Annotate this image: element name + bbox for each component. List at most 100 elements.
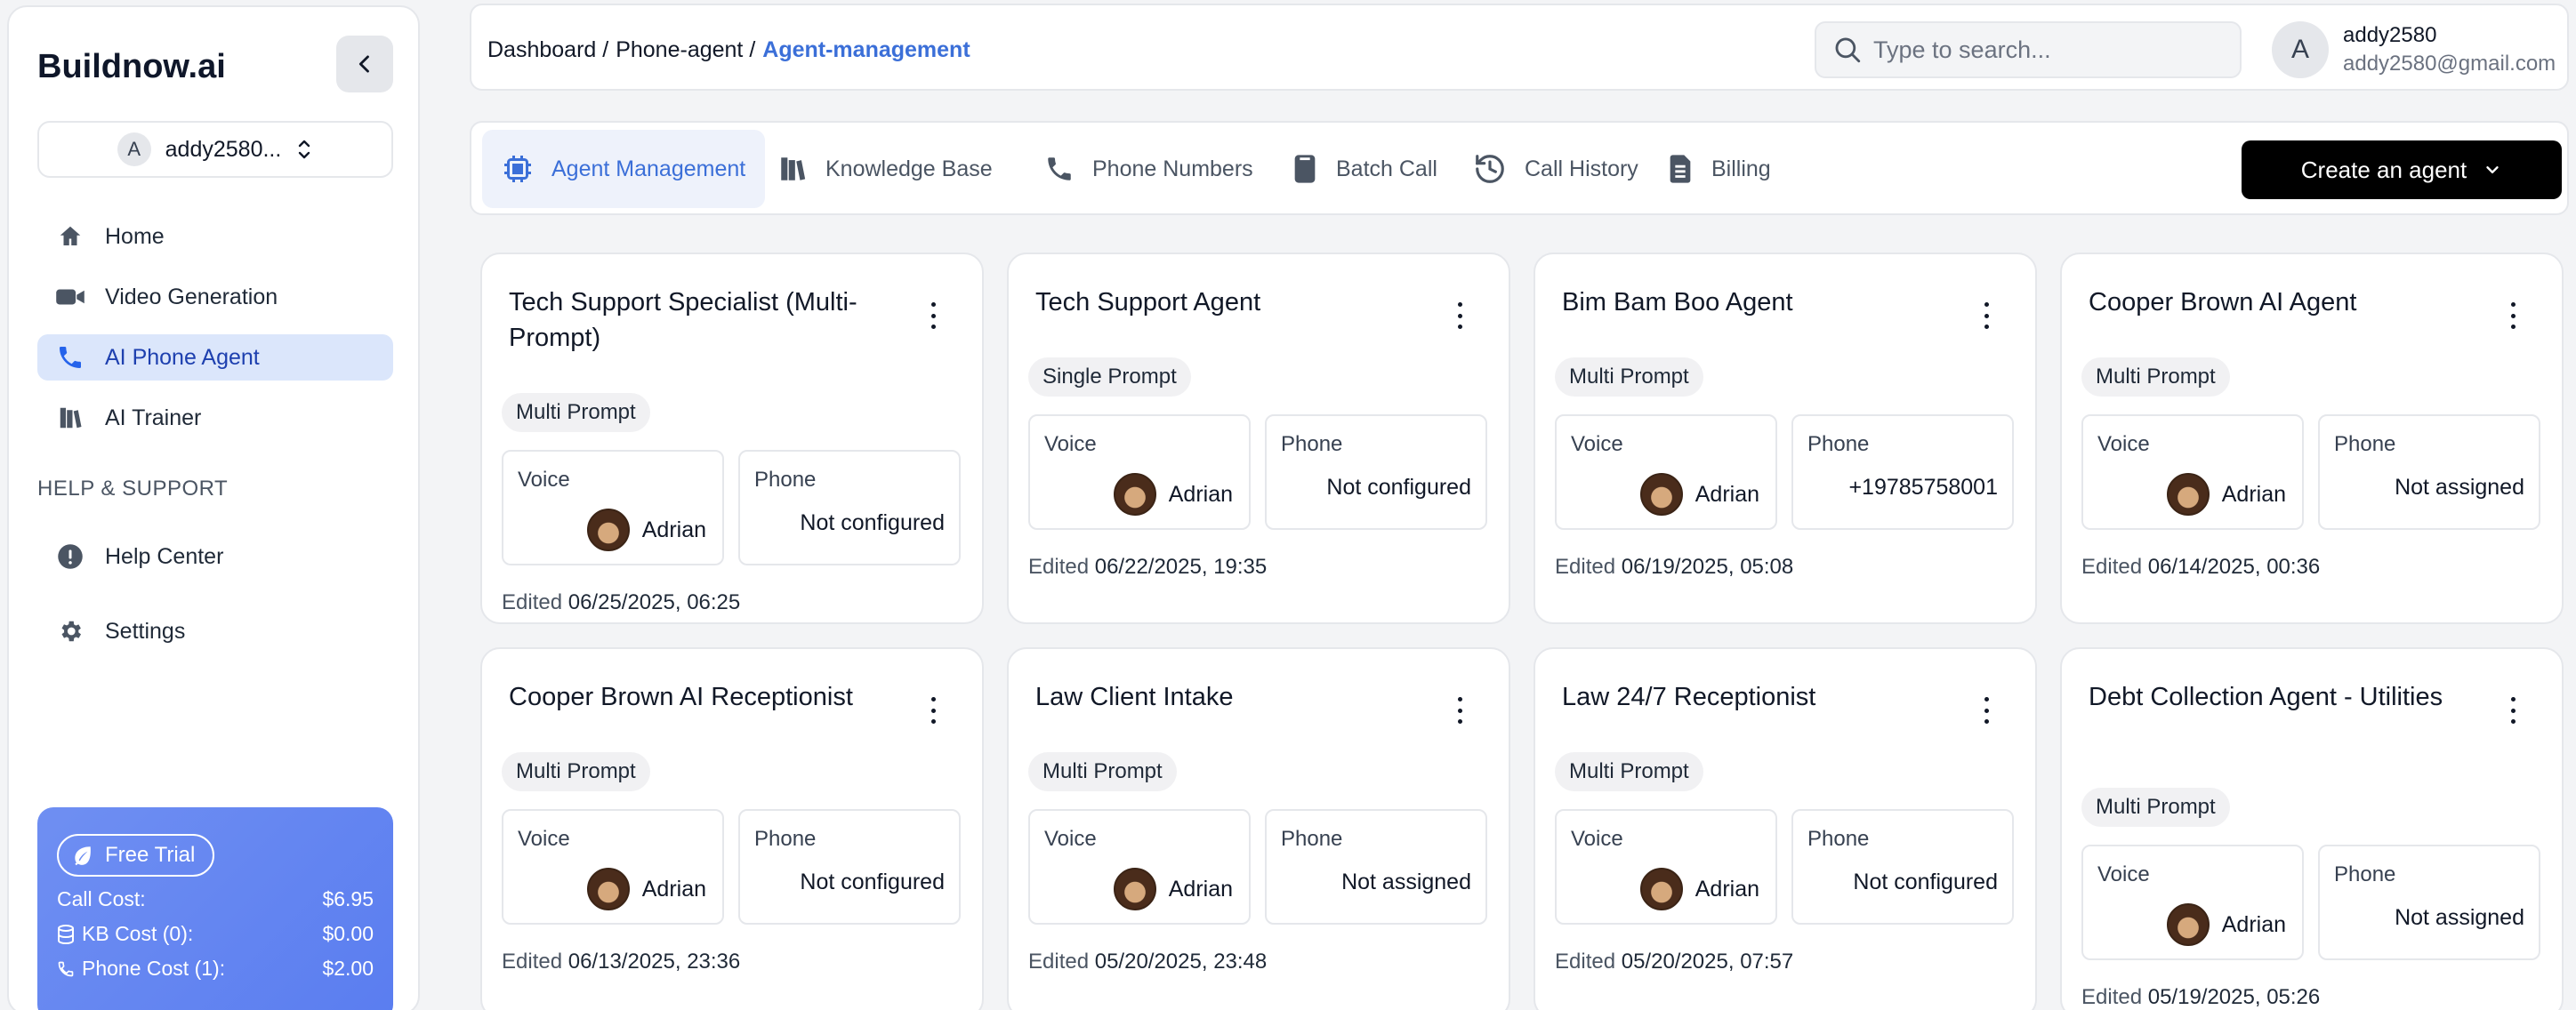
phone-status: Not assigned [2395,475,2524,500]
breadcrumb-phone-agent[interactable]: Phone-agent / [616,37,755,63]
edited-value: 06/22/2025, 19:35 [1094,555,1268,579]
agent-name: Debt Collection Agent - Utilities [2089,683,2443,711]
voice-label: Voice [1571,432,1623,456]
create-agent-button[interactable]: Create an agent [2242,140,2562,199]
free-trial-badge[interactable]: Free Trial [57,834,215,877]
phone-box[interactable]: Phone Not assigned [2318,414,2540,530]
more-options-icon[interactable] [929,302,938,329]
sidebar-item-help-center[interactable]: Help Center [37,533,393,580]
phone-status: Not configured [1853,870,1998,894]
voice-box[interactable]: Voice Adrian [2081,845,2304,960]
phone-box[interactable]: Phone Not configured [738,450,961,565]
phone-box[interactable]: Phone Not configured [738,809,961,925]
voice-label: Voice [518,827,570,851]
tab-phone-numbers[interactable]: Phone Numbers [1025,130,1273,208]
phone-box[interactable]: Phone +19785758001 [1791,414,2014,530]
phone-box[interactable]: Phone Not configured [1791,809,2014,925]
agent-card[interactable]: Tech Support Specialist (Multi-Prompt) M… [480,252,984,624]
voice-name: Adrian [1695,481,1759,507]
sidebar-item-ai-trainer[interactable]: AI Trainer [37,395,393,441]
tab-label: Batch Call [1336,156,1437,181]
more-options-icon[interactable] [1982,697,1991,724]
sidebar: Buildnow.ai A addy2580... Home Video Gen… [7,5,420,1010]
brand-logo[interactable]: Buildnow.ai [37,48,226,86]
edited-label: Edited [2081,555,2143,579]
account-avatar: A [117,132,151,166]
voice-avatar [1639,473,1683,516]
agent-card[interactable]: Tech Support Agent Single Prompt Voice A… [1007,252,1510,624]
device-icon [1294,155,1316,183]
edited-value: 05/19/2025, 05:26 [2147,985,2321,1009]
prompt-type-badge: Multi Prompt [2081,788,2230,827]
more-options-icon[interactable] [2508,697,2517,724]
collapse-sidebar-button[interactable] [336,36,393,92]
agent-card[interactable]: Bim Bam Boo Agent Multi Prompt Voice Adr… [1534,252,2037,624]
agent-card[interactable]: Debt Collection Agent - Utilities Multi … [2060,647,2564,1010]
more-options-icon[interactable] [1982,302,1991,329]
edited-label: Edited [502,950,563,974]
tab-knowledge-base[interactable]: Knowledge Base [758,130,1012,208]
more-options-icon[interactable] [929,697,938,724]
edited-timestamp: Edited 05/20/2025, 23:48 [1028,950,1267,974]
chevron-updown-icon [299,140,310,159]
sidebar-item-settings[interactable]: Settings [37,608,393,654]
edited-timestamp: Edited 05/19/2025, 05:26 [2081,985,2320,1010]
tab-label: Knowledge Base [825,156,993,181]
tab-label: Phone Numbers [1092,156,1253,181]
kb-cost-value: $0.00 [322,922,374,945]
more-options-icon[interactable] [1455,697,1464,724]
phone-box[interactable]: Phone Not configured [1265,414,1487,530]
agent-card[interactable]: Law Client Intake Multi Prompt Voice Adr… [1007,647,1510,1010]
tab-label: Agent Management [551,156,746,181]
user-avatar[interactable]: A [2272,21,2329,78]
phone-box[interactable]: Phone Not assigned [1265,809,1487,925]
voice-box[interactable]: Voice Adrian [1555,809,1777,925]
tab-call-history[interactable]: Call History [1453,130,1658,208]
voice-name: Adrian [641,876,706,902]
kb-cost-row: KB Cost (0): $0.00 [57,922,374,946]
agent-name: Law Client Intake [1035,683,1234,711]
agent-card[interactable]: Cooper Brown AI Agent Multi Prompt Voice… [2060,252,2564,624]
prompt-type-badge: Single Prompt [1028,357,1191,397]
edited-label: Edited [2081,985,2143,1009]
search-input[interactable] [1873,36,2229,64]
breadcrumb: Dashboard / Phone-agent / Agent-manageme… [487,37,970,63]
breadcrumb-dashboard[interactable]: Dashboard / [487,37,608,63]
voice-box[interactable]: Voice Adrian [502,809,724,925]
voice-box[interactable]: Voice Adrian [1028,809,1251,925]
tab-billing[interactable]: Billing [1647,130,1791,208]
agent-card[interactable]: Cooper Brown AI Receptionist Multi Promp… [480,647,984,1010]
phone-box[interactable]: Phone Not assigned [2318,845,2540,960]
voice-box[interactable]: Voice Adrian [2081,414,2304,530]
tab-batch-call[interactable]: Batch Call [1272,130,1457,208]
voice-avatar [2166,473,2210,516]
sidebar-item-label: Help Center [105,543,224,569]
phone-icon [55,342,85,373]
agent-name: Tech Support Agent [1035,288,1261,317]
tab-agent-management[interactable]: Agent Management [482,130,766,208]
more-options-icon[interactable] [2508,302,2517,329]
edited-label: Edited [1028,950,1090,974]
sidebar-item-ai-phone-agent[interactable]: AI Phone Agent [37,334,393,381]
free-trial-label: Free Trial [105,843,196,867]
phone-status: Not configured [800,510,945,535]
trial-card: Free Trial Call Cost: $6.95 KB Cost (0):… [37,807,393,1010]
voice-name: Adrian [2221,911,2286,937]
edited-timestamp: Edited 06/13/2025, 23:36 [502,950,740,974]
voice-box[interactable]: Voice Adrian [1555,414,1777,530]
tab-label: Call History [1525,156,1638,181]
sidebar-item-video-generation[interactable]: Video Generation [37,274,393,320]
voice-label: Voice [1044,432,1097,456]
voice-label: Voice [1571,827,1623,851]
edited-timestamp: Edited 05/20/2025, 07:57 [1555,950,1793,974]
agent-card[interactable]: Law 24/7 Receptionist Multi Prompt Voice… [1534,647,2037,1010]
account-selector[interactable]: A addy2580... [37,121,393,178]
more-options-icon[interactable] [1455,302,1464,329]
voice-box[interactable]: Voice Adrian [502,450,724,565]
edited-value: 05/20/2025, 23:48 [1094,950,1268,974]
voice-box[interactable]: Voice Adrian [1028,414,1251,530]
call-cost-row: Call Cost: $6.95 [57,887,374,911]
agent-name: Cooper Brown AI Receptionist [509,683,853,711]
edited-label: Edited [502,590,563,614]
sidebar-item-home[interactable]: Home [37,213,393,260]
